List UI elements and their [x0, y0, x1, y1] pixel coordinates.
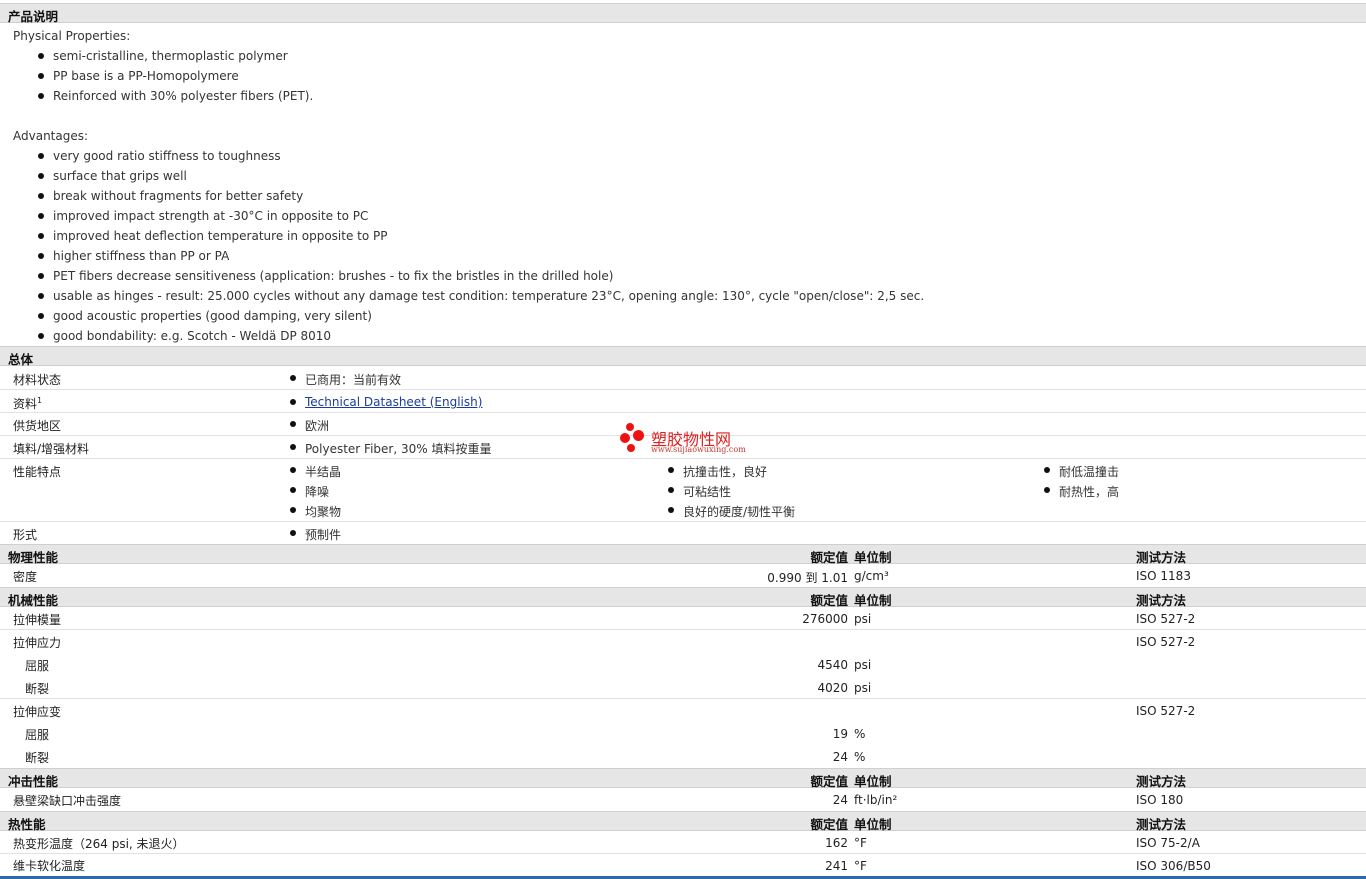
section-header-impact: 冲击性能 额定值 单位制 测试方法: [0, 768, 1366, 789]
row-value: 241: [825, 859, 848, 873]
row-unit: %: [854, 750, 866, 764]
row-method: ISO 306/B50: [1136, 859, 1211, 873]
row-method: ISO 527-2: [1136, 635, 1196, 649]
table-row: 热变形温度（264 psi, 未退火） 162 °F ISO 75-2/A: [0, 831, 1366, 854]
row-label: 拉伸应力: [13, 636, 62, 650]
row-label: 供货地区: [13, 419, 62, 433]
table-row: 断裂 4020 psi: [0, 676, 1366, 699]
watermark-url: www.sujiaowuxing.com: [651, 445, 746, 454]
row-method: ISO 75-2/A: [1136, 836, 1200, 850]
table-row: 维卡软化温度 241 °F ISO 306/B50: [0, 854, 1366, 876]
row-value: 4540: [817, 658, 848, 672]
row-label: 维卡软化温度: [13, 859, 86, 873]
list-item: higher stiffness than PP or PA: [37, 249, 230, 263]
logo-dot-icon: [627, 444, 635, 452]
row-value: 24: [832, 750, 848, 764]
logo-dot-icon: [633, 430, 644, 441]
row-label: 拉伸模量: [13, 613, 62, 627]
table-row: 形式 预制件: [0, 522, 1366, 544]
list-item: improved heat deflection temperature in …: [38, 229, 388, 243]
list-item: good acoustic properties (good damping, …: [38, 309, 372, 323]
row-value: 4020: [817, 681, 848, 695]
list-item: PET fibers decrease sensitiveness (appli…: [37, 269, 614, 283]
feature-item: 良好的硬度/韧性平衡: [667, 505, 796, 519]
section-header-general: 总体: [0, 346, 1366, 367]
row-method: ISO 1183: [1136, 569, 1191, 583]
row-label: 热变形温度（264 psi, 未退火）: [13, 837, 185, 851]
feature-item: 耐热性，高: [1043, 485, 1120, 499]
row-unit: °F: [854, 859, 867, 873]
row-value: 276000: [802, 612, 848, 626]
row-label: 断裂: [25, 682, 50, 696]
table-row: 密度 0.990 到 1.01 g/cm³ ISO 1183: [0, 564, 1366, 587]
row-unit: °F: [854, 836, 867, 850]
watermark-logo: 塑胶物性网 www.sujiaowuxing.com: [620, 422, 770, 458]
table-row: 拉伸模量 276000 psi ISO 527-2: [0, 607, 1366, 630]
row-unit: %: [854, 727, 866, 741]
row-value: Polyester Fiber, 30% 填料按重量: [289, 442, 492, 456]
list-item: break without fragments for better safet…: [37, 189, 304, 203]
row-unit: psi: [854, 612, 872, 626]
table-row-features: 性能特点 半结晶 降噪 均聚物 抗撞击性，良好 可粘结性 良好的硬度/韧性平衡 …: [0, 459, 1366, 522]
row-label: 材料状态: [13, 373, 62, 387]
list-item: good bondability: e.g. Scotch - Weldä DP…: [37, 329, 332, 343]
row-label: 资料1: [13, 396, 43, 411]
section-header-physical: 物理性能 额定值 单位制 测试方法: [0, 544, 1366, 565]
feature-item: 耐低温撞击: [1043, 465, 1120, 479]
row-value: 预制件: [289, 528, 342, 542]
list-item: surface that grips well: [38, 169, 187, 183]
row-method: ISO 527-2: [1136, 612, 1196, 626]
row-label: 悬壁梁缺口冲击强度: [13, 794, 122, 808]
table-row: 拉伸应变 ISO 527-2: [0, 699, 1366, 722]
row-unit: ft·lb/in²: [854, 793, 898, 807]
table-row: 屈服 19 %: [0, 722, 1366, 745]
logo-dot-icon: [626, 423, 634, 431]
feature-item: 半结晶: [289, 465, 342, 479]
row-unit: psi: [854, 658, 872, 672]
list-item: PP base is a PP-Homopolymere: [38, 69, 239, 83]
technical-datasheet-link-item: Technical Datasheet (English): [289, 395, 482, 409]
row-unit: g/cm³: [854, 569, 889, 583]
feature-item: 降噪: [289, 485, 330, 499]
table-row: 悬壁梁缺口冲击强度 24 ft·lb/in² ISO 180: [0, 788, 1366, 811]
physical-properties-title: Physical Properties:: [13, 29, 131, 43]
row-label: 填料/增强材料: [13, 442, 90, 456]
row-label: 屈服: [25, 659, 50, 673]
row-label: 屈服: [25, 728, 50, 742]
row-label: 形式: [13, 528, 38, 542]
row-value: 19: [832, 727, 848, 741]
feature-item: 可粘结性: [667, 485, 732, 499]
row-label: 拉伸应变: [13, 705, 62, 719]
section-title: 产品说明: [8, 9, 59, 24]
row-value: 24: [832, 793, 848, 807]
table-row: 断裂 24 %: [0, 745, 1366, 768]
section-header-mechanical: 机械性能 额定值 单位制 测试方法: [0, 587, 1366, 608]
logo-dot-icon: [620, 433, 630, 443]
table-row: 屈服 4540 psi: [0, 653, 1366, 676]
row-value: 0.990 到 1.01: [767, 571, 848, 585]
row-label: 性能特点: [13, 465, 62, 479]
row-label: 断裂: [25, 751, 50, 765]
table-row: 资料1 Technical Datasheet (English): [0, 390, 1366, 413]
list-item: very good ratio stiffness to toughness: [38, 149, 281, 163]
list-item: improved impact strength at -30°C in opp…: [37, 209, 369, 223]
list-item: semi-cristalline, thermoplastic polymer: [38, 49, 288, 63]
row-value: 162: [825, 836, 848, 850]
row-unit: psi: [854, 681, 872, 695]
advantages-title: Advantages:: [13, 129, 89, 143]
row-method: ISO 527-2: [1136, 704, 1196, 718]
technical-datasheet-link[interactable]: Technical Datasheet (English): [305, 395, 482, 409]
row-value: 欧洲: [289, 419, 330, 433]
feature-item: 抗撞击性，良好: [667, 465, 768, 479]
section-header-thermal: 热性能 额定值 单位制 测试方法: [0, 811, 1366, 832]
feature-item: 均聚物: [289, 505, 342, 519]
table-row: 拉伸应力 ISO 527-2: [0, 630, 1366, 653]
row-method: ISO 180: [1136, 793, 1184, 807]
list-item: usable as hinges - result: 25.000 cycles…: [37, 289, 925, 303]
table-row: 材料状态 已商用：当前有效: [0, 366, 1366, 390]
list-item: Reinforced with 30% polyester fibers (PE…: [37, 89, 314, 103]
row-value: 已商用：当前有效: [289, 373, 402, 387]
row-label: 密度: [13, 570, 38, 584]
section-header-product-description: 产品说明: [0, 3, 1366, 24]
